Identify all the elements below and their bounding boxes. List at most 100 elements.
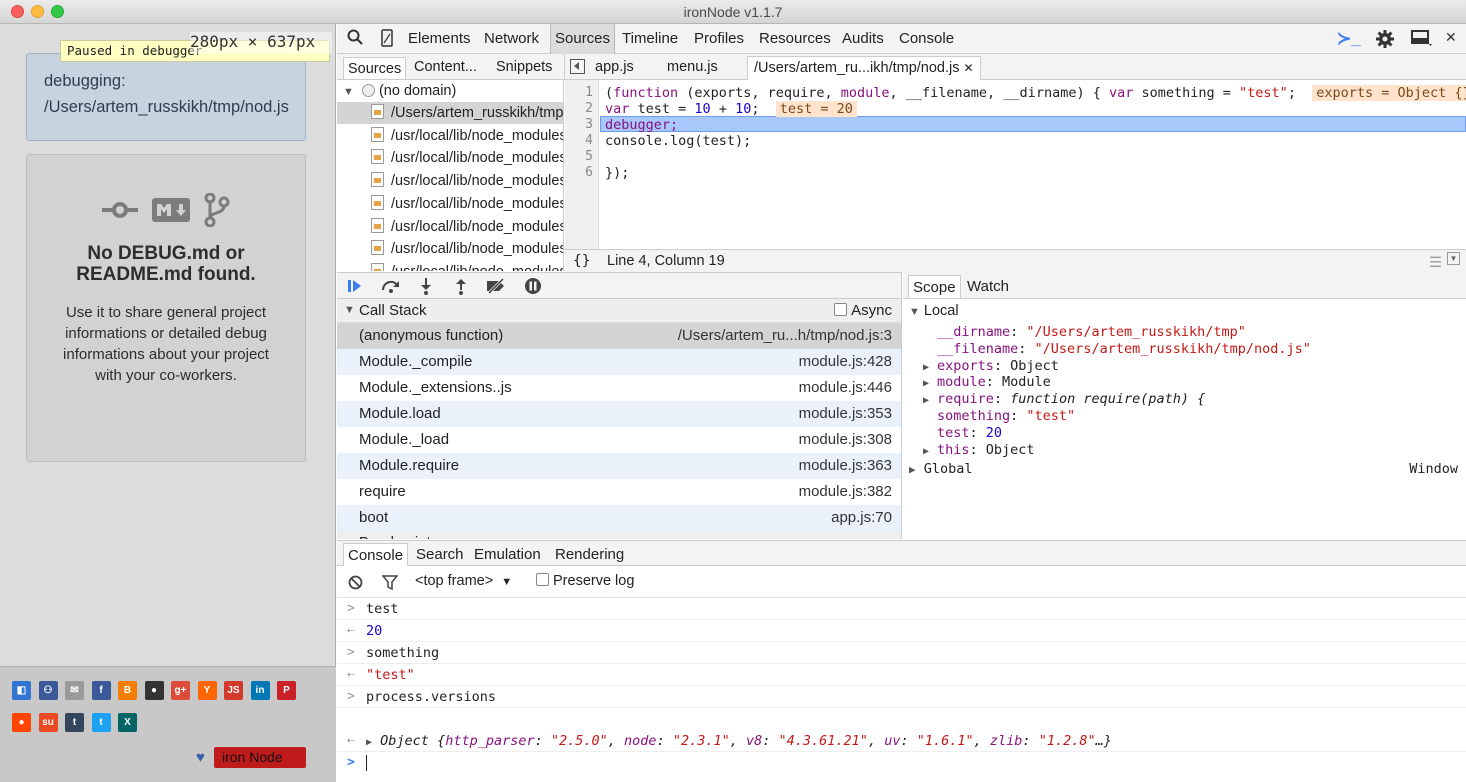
dock-side-icon[interactable] (1411, 29, 1433, 52)
call-frame[interactable]: Module._load module.js:308 (337, 427, 901, 453)
scope-variable[interactable]: ▶ exports: Object (923, 358, 1059, 374)
editor-tab-app[interactable]: app.js (595, 59, 634, 75)
call-frame[interactable]: boot app.js:70 (337, 505, 901, 531)
googleplus-icon[interactable]: g+ (171, 681, 190, 700)
gear-icon[interactable] (1375, 29, 1395, 54)
scope-variable[interactable]: ▶ this: Object (923, 442, 1035, 458)
call-frame-location[interactable]: module.js:353 (799, 401, 892, 427)
scope-variable[interactable]: ▶ require: function require(path) { (923, 391, 1205, 407)
tab-snippets[interactable]: Snippets (496, 59, 552, 75)
editor-tab-menu[interactable]: menu.js (667, 59, 718, 75)
console-drawer-icon[interactable]: ≻_ (1337, 29, 1361, 49)
scope-variable[interactable]: ▶ module: Module (923, 374, 1051, 390)
call-frame-location[interactable]: module.js:308 (799, 427, 892, 453)
navigator-file[interactable]: /Users/artem_russkikh/tmp/nod.js (337, 102, 563, 124)
echojs-icon[interactable]: JS (224, 681, 243, 700)
call-frame[interactable]: Module.require module.js:363 (337, 453, 901, 479)
call-frame[interactable]: Module._compile module.js:428 (337, 349, 901, 375)
close-tab-icon[interactable]: ✕ (964, 61, 974, 75)
tab-watch[interactable]: Watch (967, 278, 1009, 295)
hackernews-icon[interactable]: Y (197, 681, 217, 700)
call-frame[interactable]: Module._extensions..js module.js:446 (337, 375, 901, 401)
call-frame-location[interactable]: /Users/artem_ru...h/tmp/nod.js:3 (678, 323, 892, 349)
call-frame[interactable]: require module.js:382 (337, 479, 901, 505)
step-into-icon[interactable] (419, 277, 433, 295)
pause-on-exceptions-icon[interactable] (524, 277, 542, 295)
call-frame-location[interactable]: module.js:446 (799, 375, 892, 401)
step-out-icon[interactable] (454, 277, 468, 295)
console-prompt[interactable]: > (337, 752, 1466, 774)
call-frame[interactable]: (anonymous function) /Users/artem_ru...h/… (337, 323, 901, 349)
call-frame-location[interactable]: app.js:70 (831, 505, 892, 531)
line-number[interactable]: 2 (585, 101, 593, 116)
myspace-icon[interactable]: ⚇ (38, 681, 58, 700)
async-toggle[interactable]: Async (834, 299, 892, 322)
stumbleupon-icon[interactable]: su (38, 713, 58, 732)
resume-icon[interactable] (347, 278, 363, 294)
line-number[interactable]: 1 (585, 85, 593, 100)
breakpoints-header[interactable]: Breakpoints (337, 531, 901, 539)
navigator-file[interactable]: /usr/local/lib/node_modules (337, 125, 563, 147)
pretty-print-button[interactable]: {} (573, 250, 590, 272)
xing-icon[interactable]: X (118, 713, 137, 732)
tab-scope[interactable]: Scope (908, 275, 961, 298)
tab-audits[interactable]: Audits (842, 30, 884, 47)
delicious-icon[interactable]: ◧ (12, 681, 31, 700)
tab-profiles[interactable]: Profiles (694, 30, 744, 47)
line-number[interactable]: 4 (585, 133, 593, 148)
tab-search[interactable]: Search (416, 546, 464, 563)
call-stack-header[interactable]: ▼ Call Stack Async (337, 299, 901, 323)
pinterest-icon[interactable]: P (277, 681, 296, 700)
tab-console[interactable]: Console (899, 30, 954, 47)
call-frame-location[interactable]: module.js:363 (799, 453, 892, 479)
navigator-file[interactable]: /usr/local/lib/node_modules (337, 238, 563, 260)
frame-selector[interactable]: <top frame> ▼ (415, 573, 512, 589)
navigator-file[interactable]: /usr/local/lib/node_modules (337, 193, 563, 215)
editor-tab-nod[interactable]: /Users/artem_ru...ikh/tmp/nod.js ✕ (747, 56, 981, 80)
tab-network[interactable]: Network (484, 30, 539, 47)
async-checkbox[interactable] (834, 303, 848, 316)
scope-variable[interactable]: __dirname: "/Users/artem_russkikh/tmp" (923, 324, 1246, 340)
call-frame[interactable]: Module.load module.js:353 (337, 401, 901, 427)
inspect-search-icon[interactable] (347, 29, 363, 50)
step-over-icon[interactable] (381, 279, 401, 293)
ironnode-logo[interactable]: iron Node (214, 747, 306, 768)
line-number[interactable]: 5 (585, 149, 593, 164)
linkedin-icon[interactable]: in (250, 681, 270, 700)
local-scope-header[interactable]: ▼ Local (909, 303, 959, 319)
navigator-file[interactable]: /usr/local/lib/node_modules (337, 147, 563, 169)
deactivate-breakpoints-icon[interactable] (485, 278, 507, 294)
preserve-log-checkbox[interactable] (536, 573, 549, 586)
tab-elements[interactable]: Elements (408, 30, 471, 47)
line-number[interactable]: 6 (585, 165, 593, 180)
console-input[interactable] (366, 755, 367, 771)
format-icon[interactable]: ☰ (1429, 252, 1442, 274)
facebook-icon[interactable]: f (91, 681, 111, 700)
call-frame-location[interactable]: module.js:382 (799, 479, 892, 505)
object-preview[interactable]: ▶ Object {http_parser: "2.5.0", node: "2… (366, 730, 1112, 754)
tab-sources[interactable]: Sources (550, 24, 616, 54)
navigator-file[interactable]: /usr/local/lib/node_modules (337, 261, 563, 271)
github-icon[interactable]: ● (144, 681, 164, 700)
call-frame-location[interactable]: module.js:428 (799, 349, 892, 375)
domain-row[interactable]: ▼ (no domain) (337, 80, 563, 102)
device-mode-icon[interactable] (381, 29, 393, 52)
navigator-file[interactable]: /usr/local/lib/node_modules (337, 170, 563, 192)
filter-icon[interactable] (382, 575, 398, 590)
tab-resources[interactable]: Resources (759, 30, 831, 47)
tab-sources[interactable]: Sources (343, 57, 407, 79)
tab-timeline[interactable]: Timeline (622, 30, 678, 47)
preserve-log-toggle[interactable]: Preserve log (536, 573, 634, 589)
blogger-icon[interactable]: B (118, 681, 137, 700)
line-number[interactable]: 3 (585, 117, 593, 132)
scope-variable[interactable]: something: "test" (923, 408, 1075, 424)
scope-variable[interactable]: __filename: "/Users/artem_russkikh/tmp/n… (923, 341, 1311, 357)
tab-content-scripts[interactable]: Content... (414, 59, 477, 75)
navigator-file[interactable]: /usr/local/lib/node_modules (337, 216, 563, 238)
scope-variable[interactable]: test: 20 (923, 425, 1002, 441)
tab-emulation[interactable]: Emulation (474, 546, 541, 563)
collapse-icon[interactable]: ▼ (1447, 252, 1460, 265)
close-devtools-icon[interactable]: ✕ (1445, 29, 1457, 46)
tab-console[interactable]: Console (343, 543, 409, 566)
code-editor[interactable]: 123456 (function (exports, require, modu… (565, 80, 1466, 271)
